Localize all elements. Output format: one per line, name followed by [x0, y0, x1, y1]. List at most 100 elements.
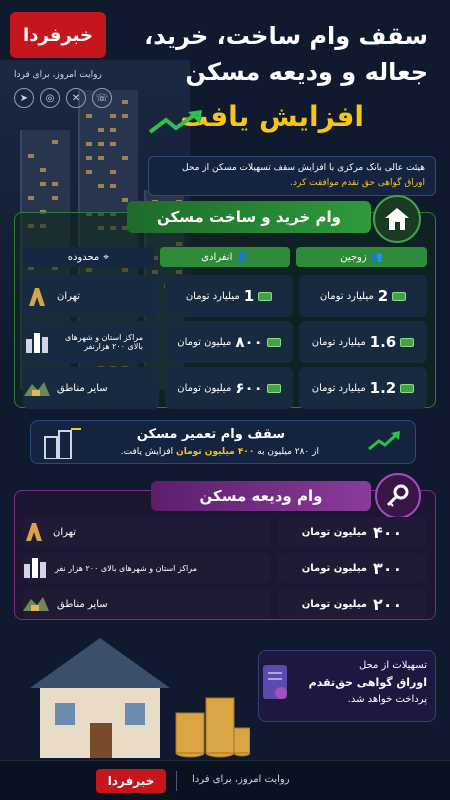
col-couples-label: زوجین — [340, 252, 366, 263]
building-window — [40, 168, 46, 172]
city-skyline-icon — [23, 556, 47, 580]
couple-icon: 👥 — [371, 252, 383, 263]
region-label: سایر مناطق — [57, 383, 108, 394]
tehran-tower-icon — [23, 283, 51, 309]
intro-line2: اوراق گواهی حق تقدم موافقت کرد. — [159, 176, 425, 191]
value-unit: میلیون تومان — [177, 337, 231, 348]
title-line2: جعاله و ودیعه مسکن — [185, 58, 428, 86]
region-label: تهران — [57, 291, 80, 302]
footer-logo-text: خبرفردا — [108, 774, 155, 788]
value-num: 1 — [244, 287, 254, 305]
footer-logo[interactable]: خبرفردا — [96, 769, 166, 793]
village-icon — [23, 593, 49, 616]
loan-row: 1.2 میلیارد تومان ۶۰۰ میلیون تومان سایر من… — [23, 367, 427, 409]
value-unit: میلیارد تومان — [312, 337, 366, 348]
deposit-value: ۳۰۰ میلیون تومان — [277, 553, 427, 583]
building-window — [98, 156, 104, 160]
building-window — [52, 196, 58, 200]
building-window — [110, 142, 116, 146]
building-window — [122, 156, 128, 160]
money-icon — [400, 338, 414, 347]
money-icon — [258, 292, 272, 301]
title-line3: افزایش یافت — [180, 100, 364, 133]
repair-text-post: افزایش یافت. — [121, 447, 173, 457]
key-icon — [375, 473, 421, 519]
loan-section-title: وام خرید و ساخت مسکن — [127, 201, 371, 233]
value-num: ۴۰۰ — [373, 523, 402, 542]
title-line1: سقف وام ساخت، خرید، — [144, 22, 428, 50]
value-unit: میلیون تومان — [302, 527, 367, 538]
money-icon — [267, 384, 281, 393]
tehran-tower-icon — [23, 520, 45, 545]
repair-loan-box: سقف وام تعمیر مسکن از ۲۸۰ میلیون به ۴۰۰ … — [30, 420, 416, 464]
region-cell: سایر مناطق — [23, 589, 271, 619]
couples-value: 1.6 میلیارد تومان — [299, 321, 427, 363]
single-value: ۶۰۰ میلیون تومان — [165, 367, 293, 409]
building-window — [52, 140, 58, 144]
money-icon — [392, 292, 406, 301]
footer-tagline: روایت امروز، برای فردا — [192, 774, 290, 785]
value-unit: میلیارد تومان — [312, 383, 366, 394]
region-cell: سایر مناطق — [23, 367, 159, 409]
footer: خبرفردا روایت امروز، برای فردا — [0, 760, 450, 800]
region-label: مراکز استان و شهرهای بالای ۲۰۰ هزارنفر — [57, 333, 143, 351]
city-skyline-icon — [23, 329, 51, 355]
value-unit: میلیون تومان — [177, 383, 231, 394]
deposit-section: وام ودیعه مسکن ۴۰۰ میلیون تومان تهران ۳۰۰… — [14, 490, 436, 620]
value-unit: میلیارد تومان — [186, 291, 240, 302]
value-num: ۲۰۰ — [373, 595, 402, 614]
region-cell: تهران — [23, 275, 159, 317]
deposit-row: ۲۰۰ میلیون تومان سایر مناطق — [23, 589, 427, 619]
value-unit: میلیارد تومان — [320, 291, 374, 302]
building-window — [98, 184, 104, 188]
building-window — [86, 142, 92, 146]
deposit-row: ۴۰۰ میلیون تومان تهران — [23, 517, 427, 547]
location-pin-icon: ⌖ — [103, 252, 109, 263]
money-icon — [267, 338, 281, 347]
logo-text: خبرفردا — [23, 25, 93, 46]
building-window — [110, 170, 116, 174]
value-unit: میلیون تومان — [302, 599, 367, 610]
value-num: ۶۰۰ — [235, 379, 262, 397]
deposit-value: ۴۰۰ میلیون تومان — [277, 517, 427, 547]
instagram-icon[interactable]: ◎ — [40, 88, 60, 108]
money-icon — [400, 384, 414, 393]
repair-text-highlight: ۴۰۰ میلیون تومان — [176, 447, 254, 457]
phone-icon[interactable]: ☏ — [92, 88, 112, 108]
building-window — [40, 182, 46, 186]
single-value: ۸۰۰ میلیون تومان — [165, 321, 293, 363]
telegram-icon[interactable]: ➤ — [14, 88, 34, 108]
region-label: مراکز استان و شهرهای بالای ۲۰۰ هزار نفر — [55, 564, 197, 573]
region-cell: مراکز استان و شهرهای بالای ۲۰۰ هزارنفر — [23, 321, 159, 363]
repair-text: از ۲۸۰ میلیون به ۴۰۰ میلیون تومان افزایش… — [121, 447, 319, 457]
repair-title: سقف وام تعمیر مسکن — [137, 427, 285, 442]
building-window — [86, 170, 92, 174]
deposit-row: ۳۰۰ میلیون تومان مراکز استان و شهرهای بال… — [23, 553, 427, 583]
social-links: ➤ ◎ ✕ ☏ — [14, 88, 112, 108]
single-value: 1 میلیارد تومان — [165, 275, 293, 317]
intro-box: هیئت عالی بانک مرکزی با افزایش سقف تسهیل… — [148, 156, 436, 196]
couples-value: 2 میلیارد تومان — [299, 275, 427, 317]
house-with-coins-illustration — [10, 628, 250, 763]
brand-logo[interactable]: خبرفردا — [10, 12, 106, 58]
col-region-label: محدوده — [68, 252, 100, 263]
col-couples: 👥 زوجین — [296, 247, 427, 267]
region-label: سایر مناطق — [57, 599, 108, 610]
value-num: ۳۰۰ — [373, 559, 402, 578]
x-icon[interactable]: ✕ — [66, 88, 86, 108]
construction-icon — [41, 427, 81, 459]
loan-section: وام خرید و ساخت مسکن 👥 زوجین 👤 انفرادی ⌖ مح… — [14, 212, 436, 408]
person-icon: 👤 — [236, 252, 248, 263]
building-window — [86, 156, 92, 160]
deposit-value: ۲۰۰ میلیون تومان — [277, 589, 427, 619]
col-single-label: انفرادی — [201, 252, 232, 263]
trend-up-arrow-icon — [367, 431, 401, 453]
couples-value: 1.2 میلیارد تومان — [299, 367, 427, 409]
building-window — [110, 184, 116, 188]
trend-up-arrow-icon — [148, 110, 204, 136]
col-single: 👤 انفرادی — [160, 247, 291, 267]
value-num: 1.6 — [370, 333, 397, 351]
brand-tagline: روایت امروز، برای فردا — [14, 70, 102, 80]
region-cell: تهران — [23, 517, 271, 547]
village-icon — [23, 375, 51, 401]
